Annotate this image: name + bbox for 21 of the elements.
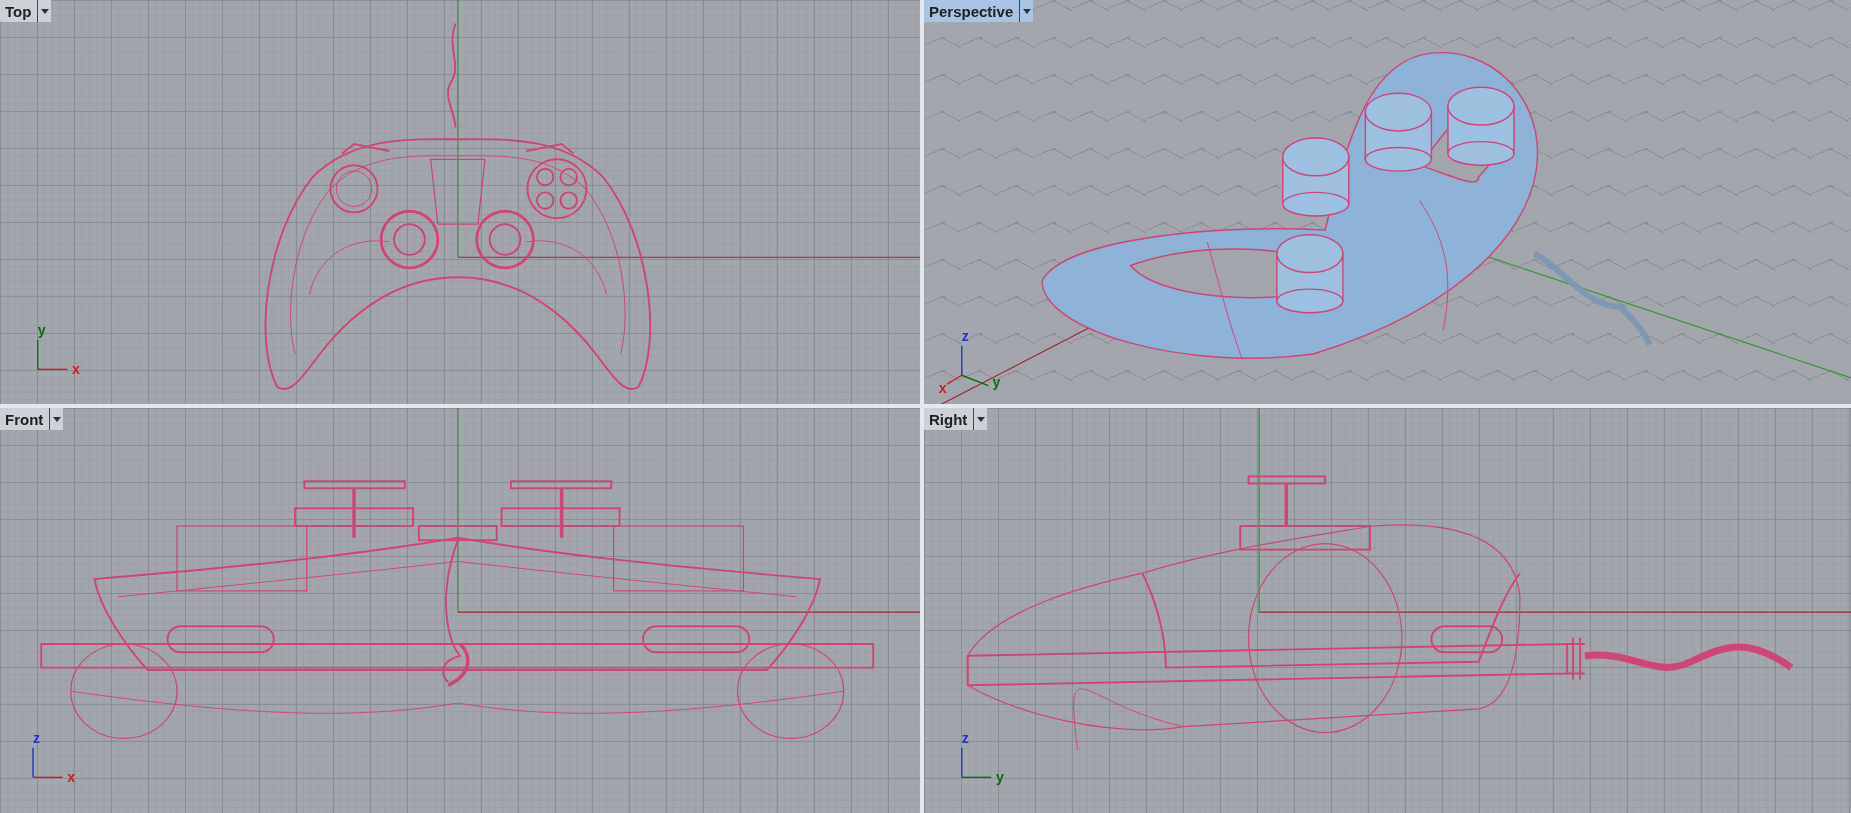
axis-icon xyxy=(946,345,989,387)
viewport-menu-button[interactable] xyxy=(37,0,52,22)
axis-icon xyxy=(37,339,68,371)
viewport-menu-button[interactable] xyxy=(1019,0,1034,22)
axis-icon xyxy=(961,747,992,779)
axis-label: y xyxy=(996,769,1004,786)
axis-label: y xyxy=(37,322,46,339)
axis-label: x xyxy=(72,361,80,378)
caret-icon xyxy=(52,416,61,422)
axis-icon xyxy=(32,747,64,779)
viewport-menu-button[interactable] xyxy=(49,408,64,430)
caret-icon xyxy=(1022,8,1031,14)
caret-icon xyxy=(976,416,985,422)
axis-label: z xyxy=(961,730,969,747)
axis-label: x xyxy=(938,379,947,396)
axis-label: z xyxy=(33,730,41,747)
axis-label: y xyxy=(992,374,1001,391)
axis-label: x xyxy=(67,769,76,786)
caret-icon xyxy=(40,8,49,14)
viewport-menu-button[interactable] xyxy=(973,408,988,430)
axis-label: z xyxy=(961,328,969,344)
